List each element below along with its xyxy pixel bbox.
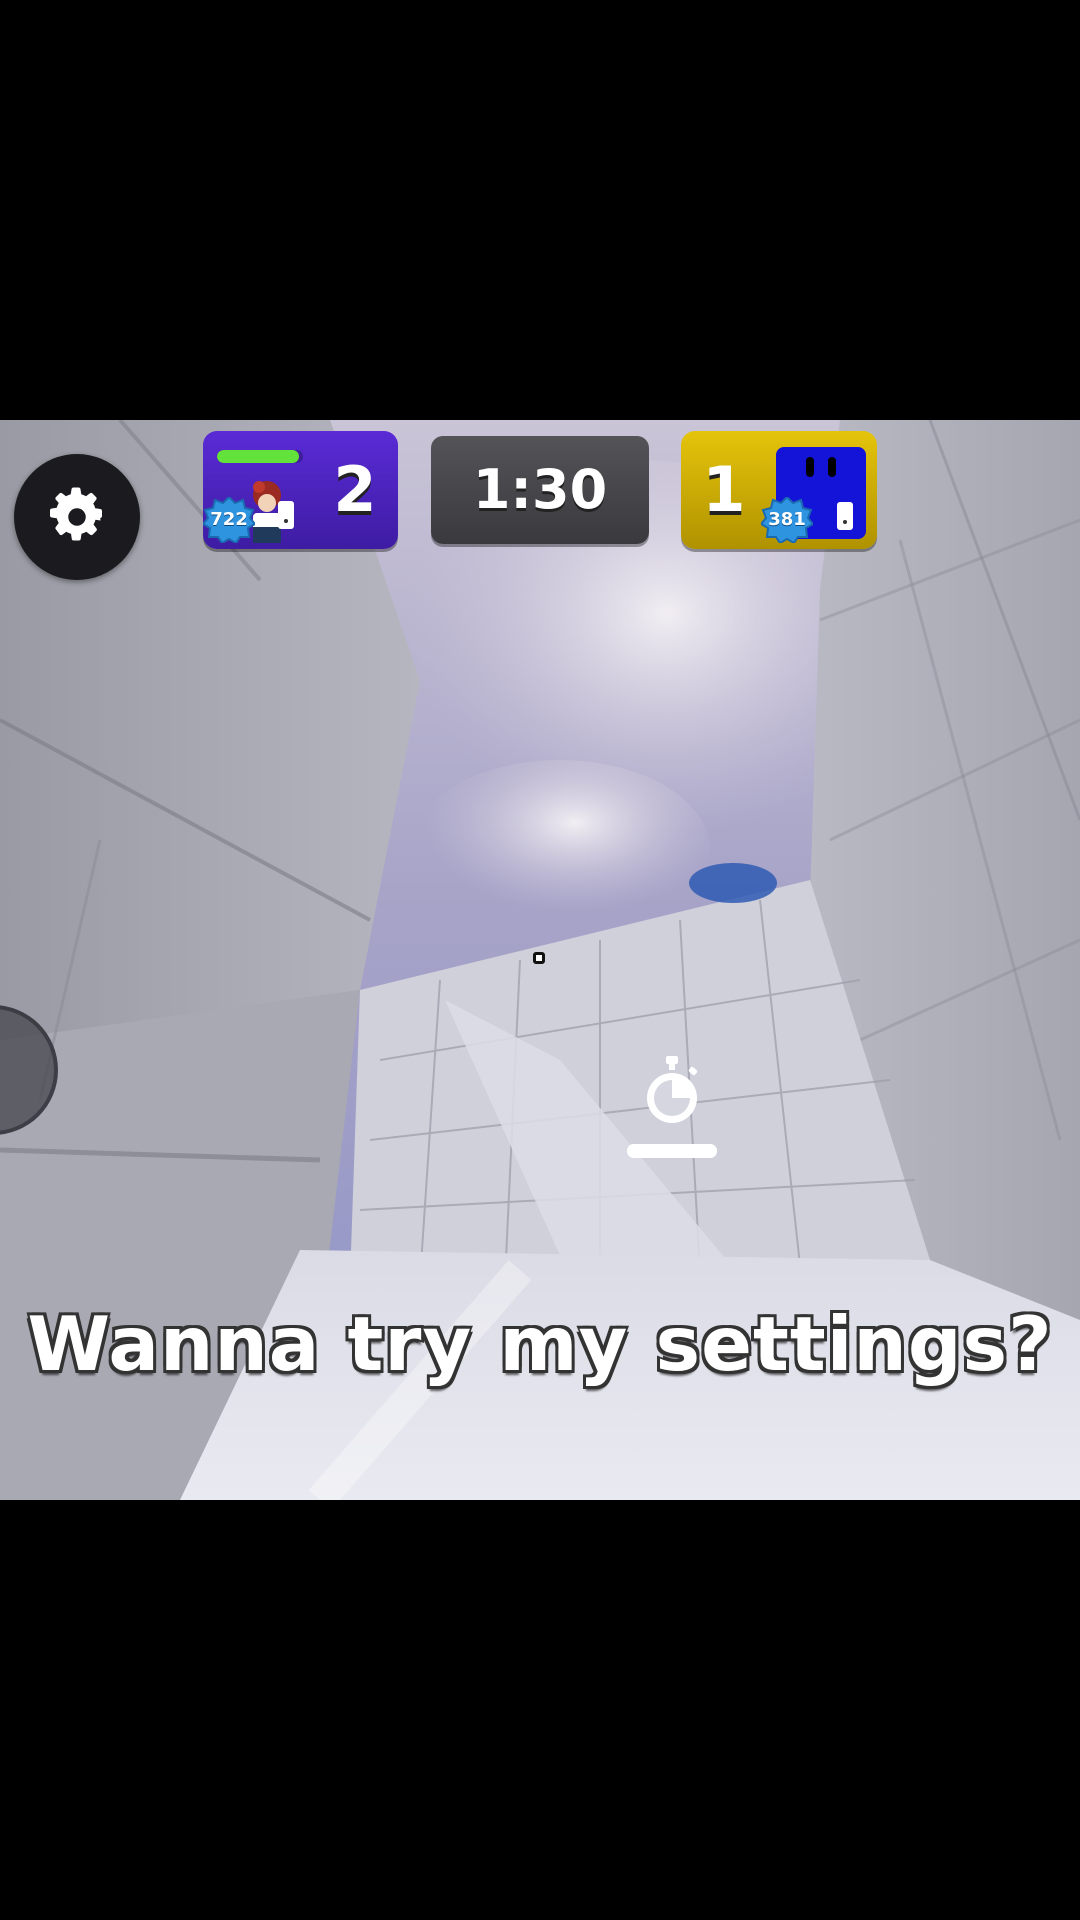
- mobile-device-icon: [837, 502, 853, 530]
- ability-cooldown-bar: [627, 1144, 717, 1158]
- match-timer: 1:30: [431, 436, 649, 544]
- team-left-score: 2: [333, 453, 377, 526]
- settings-button[interactable]: [14, 454, 140, 580]
- game-viewport[interactable]: 722 2 1:30 1 381 Wanna try my settings?: [0, 420, 1080, 1500]
- ability-cooldown-fill: [627, 1144, 717, 1158]
- ability-button[interactable]: [627, 1056, 717, 1164]
- level-text: 722: [210, 509, 248, 530]
- video-caption: Wanna try my settings?: [27, 1300, 1053, 1388]
- letterbox-bottom: [0, 1500, 1080, 1920]
- mobile-device-icon: [278, 501, 294, 529]
- stopwatch-icon: [647, 1056, 698, 1123]
- health-bar-fill: [217, 450, 299, 463]
- team-left-panel: 722 2: [203, 431, 398, 549]
- team-right-score: 1: [702, 453, 746, 526]
- health-bar: [217, 450, 303, 463]
- level-badge: 381: [761, 497, 813, 543]
- gear-icon: [49, 487, 103, 541]
- level-text: 381: [768, 509, 806, 530]
- avatar-eye: [806, 457, 814, 477]
- avatar-eye: [828, 457, 836, 477]
- crosshair: [533, 952, 545, 964]
- level-badge: 722: [203, 497, 255, 543]
- team-right-panel: 1 381: [681, 431, 877, 549]
- letterbox-top: [0, 0, 1080, 420]
- timer-text: 1:30: [472, 458, 608, 521]
